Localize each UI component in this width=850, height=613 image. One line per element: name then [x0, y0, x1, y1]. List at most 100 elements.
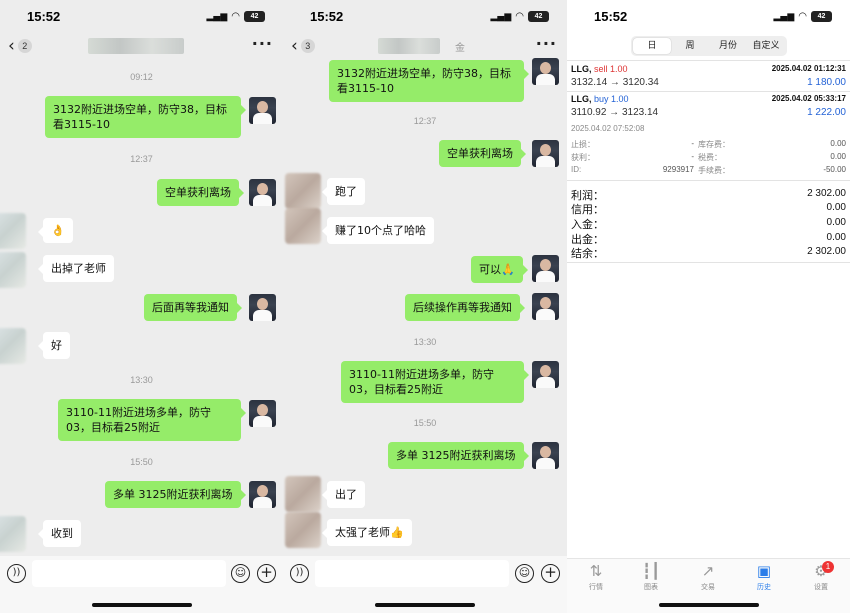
tab-quotes[interactable]: ⇅ 行情: [576, 563, 616, 592]
message-bubble-received[interactable]: 跑了: [322, 178, 365, 205]
timestamp: 15:50: [130, 457, 153, 467]
contact-avatar-blurred[interactable]: [0, 328, 26, 364]
contact-avatar-blurred[interactable]: [285, 173, 321, 209]
message-bubble-sent[interactable]: 后续操作再等我通知: [405, 294, 525, 321]
trade-prices: 3132.14 → 3120.34: [571, 77, 659, 88]
message-bubble-received[interactable]: 好: [38, 332, 70, 359]
id-value: 9293917: [662, 165, 694, 174]
avatar[interactable]: [249, 481, 276, 508]
message-input[interactable]: [315, 560, 509, 587]
message-bubble-sent[interactable]: 3132附近进场空单，防守38，目标看3115-10: [45, 96, 246, 138]
message-bubble-sent[interactable]: 多单 3125附近获利离场: [388, 442, 528, 469]
stop-loss-label: 止损：: [571, 140, 595, 149]
chat-header: ‹ 3 金 ···: [283, 32, 567, 60]
avatar[interactable]: [532, 255, 559, 282]
emoji-icon[interactable]: ☺: [515, 564, 534, 583]
avatar[interactable]: [532, 140, 559, 167]
message-input[interactable]: [32, 560, 226, 587]
tab-label: 行情: [589, 583, 603, 591]
message-bubble-received[interactable]: 收到: [38, 520, 81, 547]
chat-screen-2: 15:52 ▂▄▆ ◠ 42 ‹ 3 金 ··· 3132附近进场空单，防守38…: [283, 0, 567, 613]
message-bubble-received[interactable]: 出掉了老师: [38, 255, 114, 282]
tax-label: 税费：: [698, 153, 722, 162]
fee-value: -50.00: [823, 165, 846, 174]
message-bubble-sent[interactable]: 3110-11附近进场多单，防守03，目标看25附近: [58, 399, 246, 441]
tab-chart[interactable]: ┇┃ 图表: [631, 563, 671, 592]
message-bubble-received[interactable]: 太强了老师👍: [322, 519, 412, 546]
status-bar: 15:52 ▂▄▆ ◠ 42: [0, 0, 283, 32]
trade-symbol: LLG,: [571, 94, 592, 104]
contact-avatar-blurred[interactable]: [285, 476, 321, 512]
avatar[interactable]: [532, 361, 559, 388]
back-button[interactable]: ‹ 2: [8, 36, 38, 56]
wifi-icon: ◠: [515, 11, 524, 22]
battery-icon: 42: [244, 11, 265, 22]
message-bubble-sent[interactable]: 可以🙏: [471, 256, 528, 283]
back-button[interactable]: ‹ 3: [291, 36, 321, 56]
timestamp: 09:12: [130, 72, 153, 82]
tab-settings[interactable]: ⚙ 设置 1: [801, 561, 841, 592]
segment-month[interactable]: 月份: [709, 38, 747, 54]
plus-icon[interactable]: +: [541, 564, 560, 583]
contact-avatar-blurred[interactable]: [285, 512, 321, 548]
more-options-icon[interactable]: ···: [252, 34, 273, 53]
voice-icon[interactable]: )): [290, 564, 309, 583]
more-options-icon[interactable]: ···: [536, 34, 557, 53]
segment-week[interactable]: 周: [671, 38, 709, 54]
take-profit-label: 获利：: [571, 153, 595, 162]
trade-action: sell 1.00: [594, 64, 628, 74]
trade-symbol-line: LLG, buy 1.00: [571, 94, 629, 104]
summary-profit-value: 2 302.00: [807, 188, 846, 199]
emoji-icon[interactable]: ☺: [231, 564, 250, 583]
avatar[interactable]: [532, 293, 559, 320]
avatar[interactable]: [532, 58, 559, 85]
battery-icon: 42: [528, 11, 549, 22]
avatar[interactable]: [249, 97, 276, 124]
trade-datetime: 2025.04.02 05:33:17: [771, 94, 846, 103]
contact-avatar-blurred[interactable]: [0, 252, 26, 288]
message-bubble-sent[interactable]: 3132附近进场空单，防守38，目标看3115-10: [329, 60, 529, 102]
summary-deposit-value: 0.00: [826, 217, 846, 228]
message-bubble-sent[interactable]: 3110-11附近进场多单，防守03，目标看25附近: [341, 361, 529, 403]
contact-name-suffix: 金: [455, 43, 465, 54]
tab-history[interactable]: ▣ 历史: [744, 563, 784, 592]
message-bubble-sent[interactable]: 空单获利离场: [157, 179, 244, 206]
summary-deposit-label: 入金：: [571, 218, 604, 231]
candlestick-icon: ┇┃: [641, 562, 661, 580]
message-bubble-sent[interactable]: 后面再等我通知: [144, 294, 242, 321]
battery-icon: 42: [811, 11, 832, 22]
contact-avatar-blurred[interactable]: [0, 213, 26, 249]
stop-loss-value: -: [691, 139, 694, 148]
contact-avatar-blurred[interactable]: [0, 516, 26, 552]
chat-input-bar: )) ☺ +: [0, 556, 283, 613]
bottom-tab-bar: ⇅ 行情 ┇┃ 图表 ↗ 交易 ▣ 历史 ⚙ 设置 1: [567, 558, 850, 613]
tax-value: 0.00: [830, 152, 846, 161]
message-bubble-sent[interactable]: 空单获利离场: [439, 140, 526, 167]
avatar[interactable]: [532, 442, 559, 469]
voice-icon[interactable]: )): [7, 564, 26, 583]
status-icons: ▂▄▆ ◠ 42: [774, 11, 832, 22]
trade-action: buy 1.00: [594, 94, 629, 104]
segment-day[interactable]: 日: [633, 38, 671, 54]
message-bubble-received[interactable]: 👌: [38, 218, 73, 243]
chat-header: ‹ 2 ···: [0, 32, 283, 60]
id-label: ID:: [571, 165, 582, 174]
contact-avatar-blurred[interactable]: [285, 208, 321, 244]
segment-custom[interactable]: 自定义: [747, 38, 785, 54]
summary-balance-value: 2 302.00: [807, 246, 846, 257]
swap-value: 0.00: [830, 139, 846, 148]
tab-trade[interactable]: ↗ 交易: [688, 563, 728, 592]
avatar[interactable]: [249, 400, 276, 427]
message-bubble-received[interactable]: 出了: [322, 481, 365, 508]
chat-screen-1: 15:52 ▂▄▆ ◠ 42 ‹ 2 ··· 09:12 3132附近进场空单，…: [0, 0, 283, 613]
status-time: 15:52: [594, 9, 628, 24]
summary-credit-label: 信用：: [571, 203, 604, 216]
message-bubble-sent[interactable]: 多单 3125附近获利离场: [105, 481, 245, 508]
trade-icon: ↗: [701, 562, 715, 580]
avatar[interactable]: [249, 294, 276, 321]
contact-name-blurred: [88, 38, 184, 54]
avatar[interactable]: [249, 179, 276, 206]
wifi-icon: ◠: [231, 11, 240, 22]
plus-icon[interactable]: +: [257, 564, 276, 583]
message-bubble-received[interactable]: 赚了10个点了哈哈: [322, 217, 434, 244]
